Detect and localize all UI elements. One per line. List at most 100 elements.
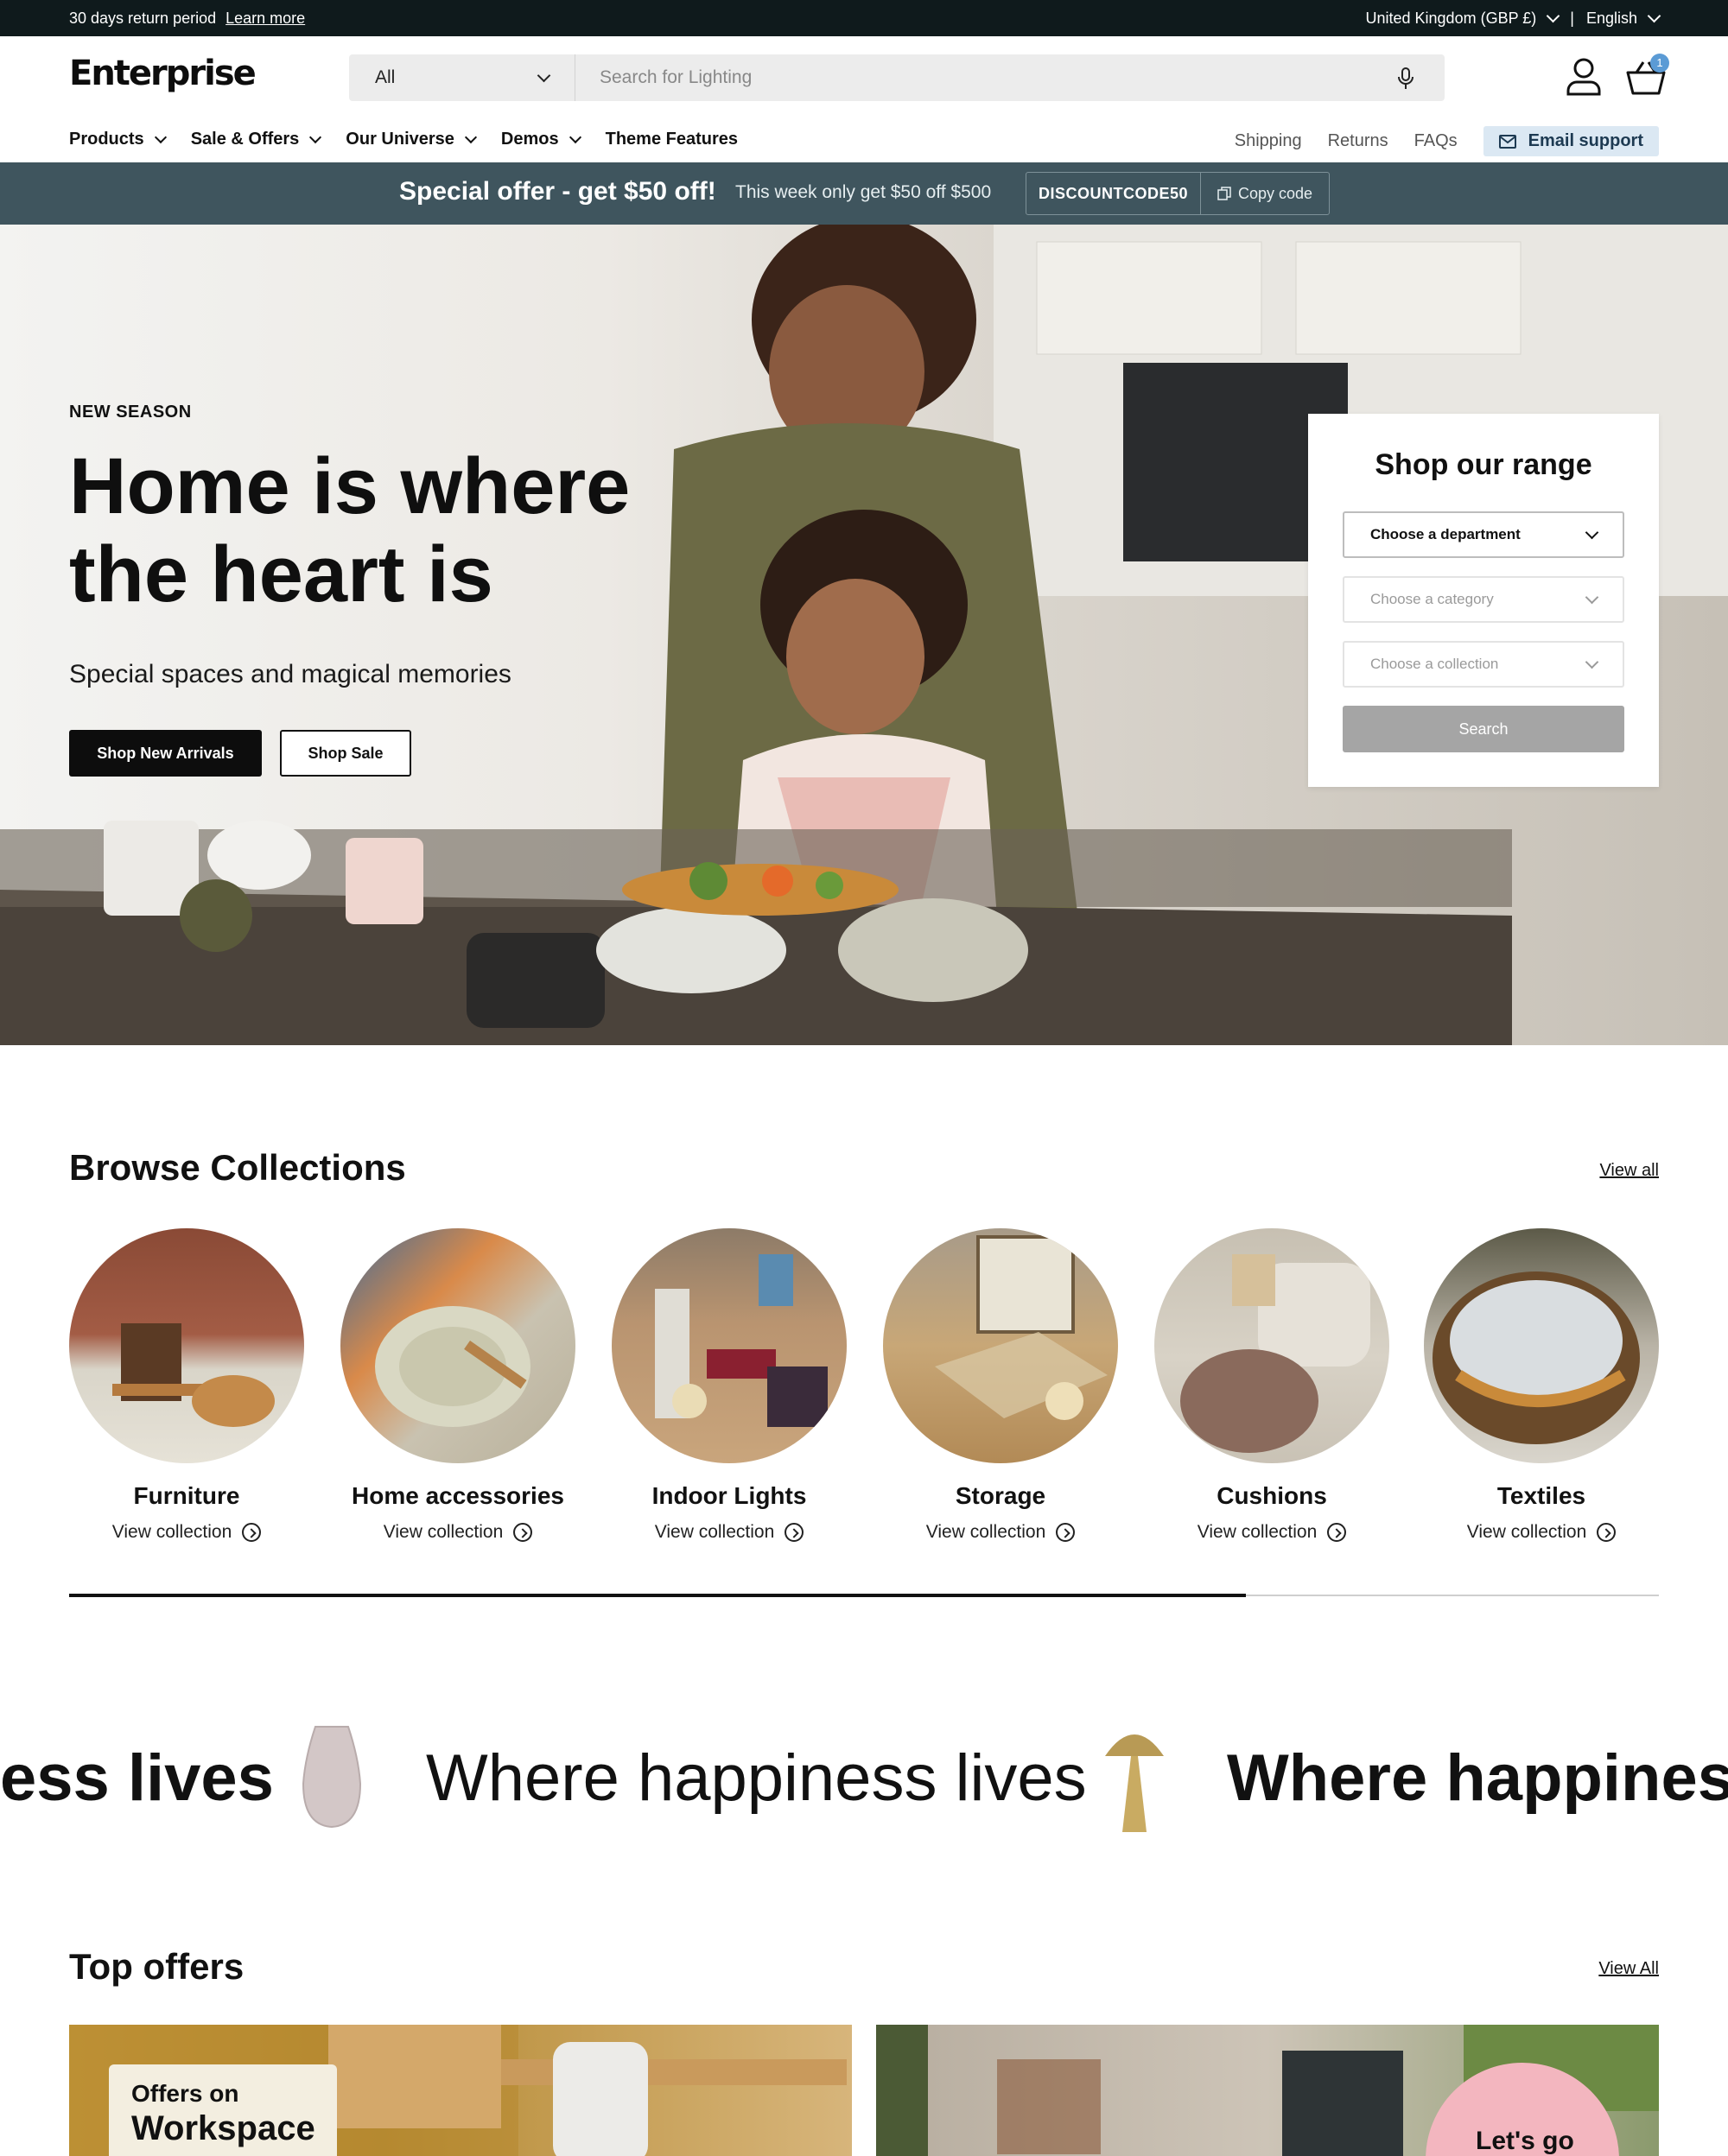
marquee-banner: ess lives Where happiness lives Where ha… (0, 1715, 1728, 1853)
discount-code: DISCOUNTCODE50 (1026, 173, 1201, 214)
view-collection-label: View collection (1466, 1522, 1587, 1542)
view-collection-label: View collection (383, 1522, 504, 1542)
arrow-right-circle-icon (1327, 1523, 1347, 1542)
collection-name: Furniture (133, 1482, 240, 1509)
returns-link[interactable]: Returns (1328, 131, 1388, 151)
promo-text: This week only get $50 off $500 (735, 182, 992, 202)
shop-sale-button[interactable]: Shop Sale (280, 730, 411, 777)
chevron-down-icon (464, 130, 477, 143)
nav-item-demos[interactable]: Demos (501, 130, 581, 149)
view-collection-link[interactable]: View collection (1154, 1522, 1389, 1543)
chevron-down-icon (1585, 525, 1599, 539)
nav-label: Products (69, 130, 144, 149)
collection-card-textiles[interactable]: Textiles View collection (1424, 1228, 1659, 1543)
marquee-text: ess lives (0, 1741, 274, 1815)
microphone-icon[interactable] (1394, 67, 1417, 91)
collection-image (1424, 1228, 1659, 1463)
language-label: English (1585, 10, 1637, 27)
nav-item-sale-offers[interactable]: Sale & Offers (190, 130, 322, 149)
main-nav: Products Sale & Offers Our Universe Demo… (69, 130, 738, 149)
collection-card-home-accessories[interactable]: Home accessories View collection (340, 1228, 575, 1543)
shipping-link[interactable]: Shipping (1235, 131, 1302, 151)
promo-title: Special offer - get $50 off! (399, 177, 716, 206)
return-policy-text: 30 days return period (69, 10, 217, 27)
chevron-down-icon (569, 130, 581, 143)
nav-item-our-universe[interactable]: Our Universe (346, 130, 477, 149)
offer-card-workspace[interactable]: Offers on Workspace (69, 2025, 852, 2156)
marquee-text: Where happiness lives (426, 1741, 1087, 1815)
chevron-down-icon (1585, 655, 1599, 669)
email-support-button[interactable]: Email support (1483, 126, 1659, 156)
lamp-icon (1105, 1734, 1164, 1832)
collection-card-furniture[interactable]: Furniture View collection (69, 1228, 304, 1543)
collection-image (612, 1228, 847, 1463)
view-collection-link[interactable]: View collection (612, 1522, 847, 1543)
learn-more-link[interactable]: Learn more (226, 10, 305, 27)
collection-name: Textiles (1496, 1482, 1586, 1509)
return-policy-notice: 30 days return period Learn more (69, 10, 305, 28)
collection-name: Indoor Lights (651, 1482, 807, 1509)
collection-card-storage[interactable]: Storage View collection (883, 1228, 1118, 1543)
department-select[interactable]: Choose a department (1343, 511, 1624, 558)
email-support-label: Email support (1528, 131, 1643, 150)
faqs-link[interactable]: FAQs (1414, 131, 1458, 151)
shop-range-title: Shop our range (1375, 448, 1592, 481)
category-select[interactable]: Choose a category (1343, 576, 1624, 623)
search-input[interactable] (575, 54, 1379, 101)
offer-card-outdoor[interactable]: Let's go (876, 2025, 1659, 2156)
secondary-nav: Shipping Returns FAQs Email support (1235, 126, 1659, 156)
offer-label-line2: Workspace (131, 2109, 315, 2147)
view-collection-link[interactable]: View collection (1424, 1522, 1659, 1543)
arrow-right-circle-icon (785, 1523, 804, 1542)
nav-label: Theme Features (605, 130, 738, 149)
language-selector[interactable]: English (1585, 9, 1661, 28)
chevron-down-icon (537, 68, 551, 82)
view-collection-link[interactable]: View collection (69, 1522, 304, 1543)
mail-icon (1498, 134, 1516, 149)
category-select-label: Choose a category (1370, 591, 1494, 607)
nav-label: Sale & Offers (190, 130, 300, 149)
offers-view-all-link[interactable]: View All (1598, 1959, 1659, 1979)
range-search-button[interactable]: Search (1343, 706, 1624, 752)
shop-new-arrivals-button[interactable]: Shop New Arrivals (69, 730, 262, 777)
arrow-right-circle-icon (1597, 1523, 1617, 1542)
hero-title: Home is where the heart is (69, 442, 631, 618)
copy-code-label: Copy code (1237, 184, 1313, 202)
offers-title: Top offers (69, 1946, 245, 1987)
nav-label: Our Universe (346, 130, 454, 149)
vase-icon (302, 1726, 362, 1829)
collection-card-cushions[interactable]: Cushions View collection (1154, 1228, 1389, 1543)
country-selector[interactable]: United Kingdom (GBP £) (1365, 9, 1560, 28)
collection-name: Home accessories (352, 1482, 564, 1509)
account-icon[interactable] (1566, 57, 1602, 97)
copy-icon (1217, 187, 1231, 200)
view-collection-label: View collection (654, 1522, 775, 1542)
chevron-down-icon (1647, 9, 1661, 23)
copy-code-button[interactable]: Copy code (1201, 173, 1329, 214)
collection-image (883, 1228, 1118, 1463)
search-category-select[interactable]: All (349, 54, 575, 101)
collection-image (69, 1228, 304, 1463)
promo-bar: Special offer - get $50 off! This week o… (0, 162, 1728, 225)
collections-scroll-thumb[interactable] (69, 1594, 1246, 1597)
nav-item-products[interactable]: Products (69, 130, 167, 149)
collection-select[interactable]: Choose a collection (1343, 641, 1624, 688)
arrow-right-circle-icon (1056, 1523, 1076, 1542)
promo-code-box: DISCOUNTCODE50 Copy code (1026, 172, 1330, 215)
view-collection-label: View collection (1197, 1522, 1318, 1542)
search-bar: All (349, 54, 1445, 101)
view-collection-link[interactable]: View collection (340, 1522, 575, 1543)
view-collection-label: View collection (111, 1522, 232, 1542)
chevron-down-icon (1585, 590, 1599, 604)
collection-card-indoor-lights[interactable]: Indoor Lights View collection (612, 1228, 847, 1543)
view-collection-label: View collection (925, 1522, 1046, 1542)
collections-view-all-link[interactable]: View all (1599, 1161, 1659, 1181)
marquee-text: Where happiness (1227, 1741, 1728, 1815)
nav-item-theme-features[interactable]: Theme Features (606, 130, 738, 149)
view-collection-link[interactable]: View collection (883, 1522, 1118, 1543)
collection-name: Cushions (1217, 1482, 1327, 1509)
logo[interactable]: Enterprise (69, 54, 257, 93)
chevron-down-icon (1546, 9, 1560, 23)
country-label: United Kingdom (GBP £) (1365, 10, 1537, 27)
hero-eyebrow: NEW SEASON (69, 403, 192, 422)
